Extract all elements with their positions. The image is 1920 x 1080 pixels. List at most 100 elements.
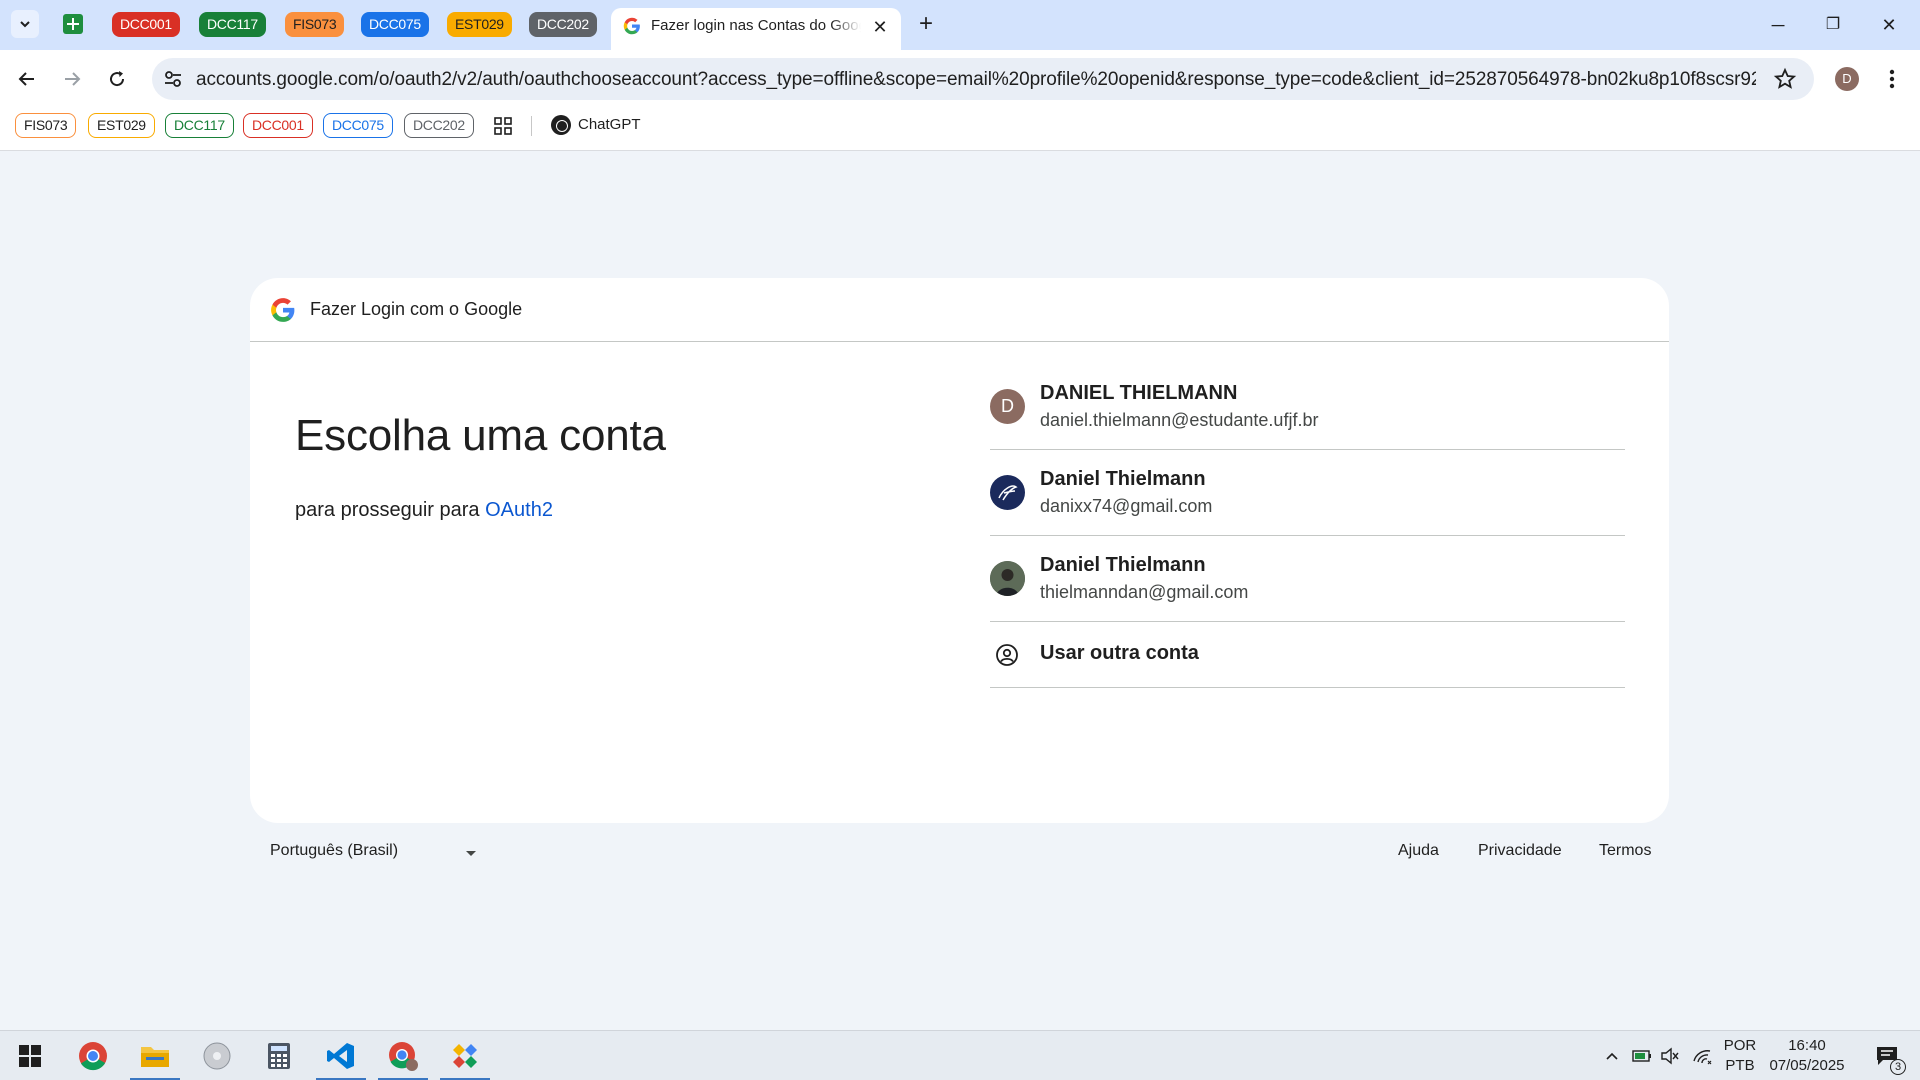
chrome-icon [79,1042,107,1071]
account-email: danixx74@gmail.com [1040,496,1213,516]
bookmark-dcc117[interactable]: DCC117 [165,113,234,138]
back-button[interactable] [10,62,44,96]
account-item[interactable]: Daniel Thielmann thielmanndan@gmail.com [990,536,1625,622]
close-tab-icon[interactable]: ✕ [869,16,891,38]
reload-icon [110,71,125,87]
chevron-down-icon [20,21,30,28]
bookmark-chatgpt[interactable]: ChatGPT [578,116,641,133]
taskbar-git-app[interactable] [438,1031,492,1080]
notification-count: 3 [1890,1059,1906,1075]
taskbar-vscode[interactable] [314,1031,368,1080]
account-item[interactable]: Daniel Thielmann danixx74@gmail.com [990,450,1625,536]
signature-logo-icon [998,485,1018,501]
taskbar-calculator[interactable] [252,1031,306,1080]
profile-photo-icon [990,561,1025,596]
chrome-profile-icon [389,1042,418,1071]
more-options-icon[interactable] [1882,66,1902,92]
taskbar-file-explorer[interactable] [128,1031,182,1080]
browser-toolbar: accounts.google.com/o/oauth2/v2/auth/oau… [0,50,1920,108]
taskbar-chrome-profile[interactable] [376,1031,430,1080]
bookmark-fis073[interactable]: FIS073 [15,113,77,138]
page-content: Fazer Login com o Google Escolha uma con… [0,152,1920,1030]
git-gem-icon [453,1044,477,1068]
account-name: DANIEL THIELMANN [1040,382,1238,404]
bookmark-star-icon[interactable] [1773,67,1797,91]
disc-icon [203,1042,231,1070]
volume-muted-icon [1661,1047,1679,1065]
sheets-icon[interactable] [63,14,83,34]
battery-status[interactable] [1630,1031,1654,1080]
calculator-icon [268,1043,290,1069]
bookmark-dcc001[interactable]: DCC001 [243,113,313,138]
active-tab[interactable]: Fazer login nas Contas do Google ✕ [611,8,901,50]
google-favicon-icon [623,17,640,35]
chevron-up-icon [1606,1052,1618,1060]
card-header-text: Fazer Login com o Google [310,299,523,319]
tab-strip: DCC001 DCC117 FIS073 DCC075 EST029 DCC20… [0,0,1920,50]
site-info-icon[interactable] [162,68,184,90]
account-name: Daniel Thielmann [1040,554,1206,576]
account-email: thielmanndan@gmail.com [1040,582,1249,602]
wifi-icon [1693,1050,1712,1065]
profile-avatar[interactable]: D [1835,67,1859,91]
bookmark-dcc075[interactable]: DCC075 [323,113,393,138]
use-another-account[interactable]: Usar outra conta [990,622,1625,688]
show-hidden-icons[interactable] [1600,1031,1624,1080]
dropdown-arrow-icon[interactable] [466,851,476,856]
new-tab-button[interactable]: + [913,11,939,37]
signin-card: Fazer Login com o Google Escolha uma con… [250,278,1669,823]
clock-time: 16:40 [1788,1037,1826,1054]
tab-group-dcc001[interactable]: DCC001 [112,12,180,37]
network-status[interactable] [1690,1031,1714,1080]
subtitle: para prosseguir para OAuth2 [295,499,553,522]
page-footer: Português (Brasil) Ajuda Privacidade Ter… [250,842,1669,872]
avatar [990,561,1025,596]
close-window-icon[interactable]: ✕ [1874,10,1904,40]
reload-button[interactable] [100,62,134,96]
bookmarks-bar: FIS073 EST029 DCC117 DCC001 DCC075 DCC20… [0,108,1920,151]
tab-group-dcc202[interactable]: DCC202 [529,12,597,37]
tab-group-dcc117[interactable]: DCC117 [199,12,266,37]
url-text[interactable]: accounts.google.com/o/oauth2/v2/auth/oau… [196,69,1756,91]
google-logo-icon [271,298,295,322]
use-another-account-label: Usar outra conta [1040,642,1199,664]
bookmark-dcc202[interactable]: DCC202 [404,113,474,138]
notification-center[interactable]: 3 [1864,1031,1910,1080]
help-link[interactable]: Ajuda [1398,842,1439,860]
forward-button[interactable] [55,62,89,96]
app-name-link[interactable]: OAuth2 [485,499,553,521]
account-item[interactable]: D DANIEL THIELMANN daniel.thielmann@estu… [990,364,1625,450]
arrow-left-icon [18,72,34,86]
privacy-link[interactable]: Privacidade [1478,842,1562,860]
input-language-top: POR [1723,1037,1757,1054]
taskbar: POR PTB 16:40 07/05/2025 3 [0,1030,1920,1080]
input-language[interactable]: POR PTB [1720,1036,1760,1076]
bookmark-est029[interactable]: EST029 [88,113,155,138]
avatar [990,475,1025,510]
apps-grid-icon[interactable] [494,117,512,135]
taskbar-chrome[interactable] [66,1031,120,1080]
clock[interactable]: 16:40 07/05/2025 [1762,1036,1852,1076]
chatgpt-icon[interactable] [551,115,571,135]
volume-control[interactable] [1658,1031,1682,1080]
account-circle-icon [996,644,1018,666]
minimize-icon[interactable]: ─ [1763,10,1793,40]
tab-search-button[interactable] [11,10,39,38]
arrow-right-icon [65,72,81,86]
input-language-bottom: PTB [1725,1057,1755,1074]
address-bar[interactable]: accounts.google.com/o/oauth2/v2/auth/oau… [152,58,1814,100]
terms-link[interactable]: Termos [1599,842,1651,860]
restore-icon[interactable]: ❐ [1818,10,1848,40]
language-selector[interactable]: Português (Brasil) [270,842,398,860]
account-name: Daniel Thielmann [1040,468,1206,490]
tab-group-dcc075[interactable]: DCC075 [361,12,429,37]
start-button[interactable] [3,1031,57,1080]
windows-icon [19,1045,41,1067]
taskbar-disc-app[interactable] [190,1031,244,1080]
page-title: Escolha uma conta [295,411,666,460]
account-list: D DANIEL THIELMANN daniel.thielmann@estu… [990,364,1625,688]
clock-date: 07/05/2025 [1769,1057,1845,1074]
card-header: Fazer Login com o Google [250,278,1669,342]
tab-group-est029[interactable]: EST029 [447,12,512,37]
tab-group-fis073[interactable]: FIS073 [285,12,345,37]
